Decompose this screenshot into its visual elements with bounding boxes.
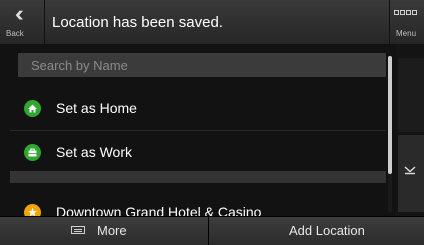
more-icon [71, 226, 85, 234]
add-location-label: Add Location [289, 223, 365, 238]
scroll-up-button[interactable] [398, 58, 424, 132]
list-item-label: Set as Home [56, 100, 137, 116]
back-label: Back [6, 29, 24, 38]
location-list: Search by Name Set as Home Set as Work D… [0, 44, 396, 221]
menu-icon [394, 10, 417, 15]
search-placeholder: Search by Name [31, 58, 128, 73]
bottom-bar: More Add Location [0, 216, 424, 245]
home-icon [24, 100, 41, 117]
briefcase-icon [24, 144, 41, 161]
page-title: Location has been saved. [52, 14, 223, 31]
add-location-button[interactable]: Add Location [209, 217, 424, 245]
list-item-label: Set as Work [56, 144, 132, 160]
chevron-down-icon [404, 164, 416, 178]
top-bar: ‹‹ Back Location has been saved. Menu [0, 0, 424, 45]
back-button[interactable]: ‹‹ Back [0, 0, 45, 44]
list-item-set-as-work[interactable]: Set as Work [0, 130, 390, 174]
double-chevron-left-icon: ‹‹ [15, 1, 23, 26]
more-label: More [97, 223, 127, 238]
section-divider [10, 171, 386, 183]
search-input[interactable]: Search by Name [18, 53, 386, 77]
list-item-set-as-home[interactable]: Set as Home [0, 86, 390, 130]
more-button[interactable]: More [0, 217, 209, 245]
scrollbar-thumb[interactable] [388, 56, 392, 174]
menu-button[interactable]: Menu [389, 0, 424, 44]
menu-label: Menu [396, 29, 417, 38]
